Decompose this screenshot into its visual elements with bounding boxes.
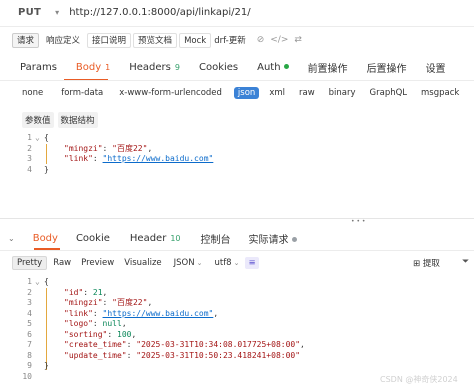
- format-select[interactable]: JSON ⌄: [170, 257, 207, 269]
- count-badge: 10: [170, 233, 181, 243]
- watermark: CSDN @神奇侠2024: [380, 375, 458, 384]
- fold-icon[interactable]: ⌄: [35, 277, 40, 288]
- extract-icon: ⊞: [413, 259, 421, 269]
- tab-console[interactable]: 控制台: [201, 231, 231, 246]
- body-type-selector: none form-data x-www-form-urlencoded jso…: [0, 86, 463, 100]
- link-icon[interactable]: ⊘: [257, 35, 265, 45]
- body-type-binary[interactable]: binary: [325, 87, 360, 99]
- count-badge: 9: [174, 62, 180, 72]
- auth-status-dot: [283, 64, 289, 69]
- tab-actual-request[interactable]: 实际请求: [249, 231, 297, 246]
- tab-api-description[interactable]: 接口说明: [87, 32, 132, 48]
- response-body-viewer[interactable]: 1 2 3 4 5 6 7 8 9 10 ⌄ { "id": 21, "ming…: [0, 277, 474, 385]
- doc-tabs: 请求 响应定义 接口说明 预览文档 Mock drf-更新 ⊘ </> ⇄: [12, 32, 302, 48]
- tab-post-operations[interactable]: 后置操作: [367, 60, 407, 75]
- url-input[interactable]: http://127.0.0.1:8000/api/linkapi/21/: [69, 7, 250, 18]
- body-sub-tabs: 参数值 数据结构: [22, 112, 98, 128]
- tab-params[interactable]: Params: [20, 62, 57, 73]
- tab-settings[interactable]: 设置: [426, 60, 446, 75]
- view-preview-button[interactable]: Preview: [77, 257, 118, 269]
- filter-icon[interactable]: ⏷: [462, 257, 469, 267]
- tab-response-header[interactable]: Header 10: [130, 233, 181, 244]
- view-raw-button[interactable]: Raw: [49, 257, 75, 269]
- method-select[interactable]: PUT: [18, 7, 41, 18]
- tab-drf-update[interactable]: drf-更新: [213, 33, 251, 48]
- tab-request[interactable]: 请求: [12, 32, 40, 48]
- swap-icon[interactable]: ⇄: [294, 35, 302, 45]
- body-type-msgpack[interactable]: msgpack: [417, 87, 463, 99]
- request-body-editor[interactable]: 1 2 3 4 ⌄ { "mingzi": "百度22", "link": "h…: [0, 133, 474, 179]
- panel-splitter[interactable]: [0, 218, 474, 222]
- status-dot: [291, 237, 297, 242]
- body-type-urlencoded[interactable]: x-www-form-urlencoded: [115, 87, 226, 99]
- tab-response-cookie[interactable]: Cookie: [76, 233, 110, 244]
- chevron-down-icon[interactable]: ▾: [55, 8, 59, 17]
- body-type-none[interactable]: none: [18, 87, 47, 99]
- tab-cookies[interactable]: Cookies: [199, 62, 238, 73]
- response-tabs: ⌄ Body Cookie Header 10 控制台 实际请求: [0, 229, 297, 247]
- tab-pre-operations[interactable]: 前置操作: [308, 60, 348, 75]
- tab-param-values[interactable]: 参数值: [22, 112, 54, 128]
- wrap-lines-icon[interactable]: ≡: [245, 257, 259, 269]
- tab-body[interactable]: Body 1: [76, 62, 110, 73]
- view-pretty-button[interactable]: Pretty: [12, 256, 48, 270]
- indent-guide: [46, 144, 47, 164]
- tab-preview-doc[interactable]: 预览文档: [133, 32, 178, 48]
- fold-icon[interactable]: ⌄: [35, 133, 40, 144]
- request-tabs: Params Body 1 Headers 9 Cookies Auth 前置操作 …: [0, 58, 446, 76]
- body-type-xml[interactable]: xml: [265, 87, 289, 99]
- body-type-raw[interactable]: raw: [295, 87, 319, 99]
- tab-headers[interactable]: Headers 9: [129, 62, 180, 73]
- view-visualize-button[interactable]: Visualize: [120, 257, 165, 269]
- indent-guide: [46, 288, 47, 370]
- divider: [0, 26, 474, 27]
- body-type-form-data[interactable]: form-data: [57, 87, 107, 99]
- chevron-down-icon: ⌄: [233, 259, 240, 267]
- extract-button[interactable]: ⊞ 提取: [413, 257, 440, 269]
- response-toolbar: Pretty Raw Preview Visualize JSON ⌄ utf8 ⌄…: [12, 256, 259, 270]
- tab-mock[interactable]: Mock: [179, 32, 212, 48]
- count-badge: 1: [105, 62, 111, 72]
- body-type-json[interactable]: json: [233, 87, 260, 99]
- divider: [0, 250, 474, 251]
- tab-response-definition[interactable]: 响应定义: [41, 33, 85, 48]
- tab-response-body[interactable]: Body: [33, 233, 58, 244]
- body-type-graphql[interactable]: GraphQL: [366, 87, 412, 99]
- drag-handle-icon[interactable]: • • •: [351, 218, 365, 225]
- chevron-down-icon: ⌄: [196, 259, 203, 267]
- divider: [0, 80, 474, 81]
- url-bar: PUT ▾ http://127.0.0.1:8000/api/linkapi/…: [0, 0, 474, 24]
- code-icon[interactable]: </>: [270, 35, 288, 45]
- tab-auth[interactable]: Auth: [257, 62, 289, 73]
- collapse-icon[interactable]: ⌄: [8, 234, 15, 243]
- encoding-select[interactable]: utf8 ⌄: [210, 257, 243, 269]
- tab-data-structure[interactable]: 数据结构: [57, 112, 98, 128]
